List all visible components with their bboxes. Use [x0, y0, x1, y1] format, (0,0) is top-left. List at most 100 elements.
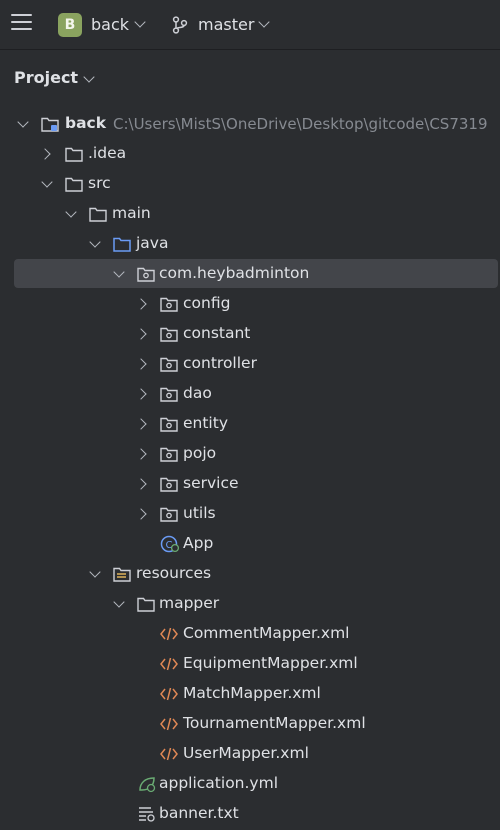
tree-item-label: resources: [136, 564, 212, 582]
tree-item-label: com.heybadminton: [159, 264, 310, 282]
tree-item-equipment-mapper[interactable]: EquipmentMapper.xml: [0, 649, 500, 679]
tree-item-label: entity: [183, 414, 228, 432]
project-badge[interactable]: B: [58, 13, 82, 37]
chevron-right-icon[interactable]: [135, 448, 147, 460]
tree-item-label: main: [112, 204, 151, 222]
folder-icon: [137, 597, 155, 612]
module-folder-icon: [41, 117, 59, 132]
chevron-right-icon[interactable]: [135, 478, 147, 490]
tree-item-label: .idea: [88, 144, 127, 162]
project-chevron-down-icon[interactable]: [134, 16, 146, 28]
spring-config-icon: [139, 777, 156, 793]
tree-item-root[interactable]: back C:\Users\MistS\OneDrive\Desktop\git…: [0, 109, 500, 139]
tree-item-label: src: [88, 174, 111, 192]
tree-item-label: UserMapper.xml: [183, 744, 309, 762]
tree-item-label: pojo: [183, 444, 217, 462]
chevron-right-icon[interactable]: [135, 328, 147, 340]
tree-item-config[interactable]: config: [0, 289, 500, 319]
package-icon: [160, 297, 178, 312]
package-icon: [160, 387, 178, 402]
tree-item-pojo[interactable]: pojo: [0, 439, 500, 469]
package-icon: [137, 267, 155, 282]
tree-item-label: config: [183, 294, 231, 312]
panel-title[interactable]: Project: [14, 68, 78, 87]
package-icon: [160, 417, 178, 432]
main-toolbar: B back master: [0, 0, 500, 50]
tree-item-label: service: [183, 474, 239, 492]
tree-item-label: java: [136, 234, 169, 252]
xml-file-icon: [160, 657, 178, 671]
tree-item-controller[interactable]: controller: [0, 349, 500, 379]
resources-folder-icon: [113, 567, 131, 582]
tree-item-main[interactable]: main: [0, 199, 500, 229]
tree-item-label: controller: [183, 354, 257, 372]
tree-item-label: constant: [183, 324, 251, 342]
chevron-right-icon[interactable]: [39, 148, 51, 160]
tree-item-label: CommentMapper.xml: [183, 624, 350, 642]
chevron-down-icon[interactable]: [89, 566, 101, 578]
tree-item-service[interactable]: service: [0, 469, 500, 499]
tree-item-label: MatchMapper.xml: [183, 684, 321, 702]
tree-item-utils[interactable]: utils: [0, 499, 500, 529]
tree-item-src[interactable]: src: [0, 169, 500, 199]
chevron-down-icon[interactable]: [65, 206, 77, 218]
tree-item-comment-mapper[interactable]: CommentMapper.xml: [0, 619, 500, 649]
tree-item-package-root[interactable]: com.heybadminton: [0, 259, 500, 289]
tree-item-mapper[interactable]: mapper: [0, 589, 500, 619]
tree-item-constant[interactable]: constant: [0, 319, 500, 349]
chevron-right-icon[interactable]: [135, 388, 147, 400]
package-icon: [160, 327, 178, 342]
tree-item-label: back: [65, 114, 107, 132]
project-tree: back C:\Users\MistS\OneDrive\Desktop\git…: [0, 109, 500, 829]
package-icon: [160, 447, 178, 462]
tree-item-application-yml[interactable]: application.yml: [0, 769, 500, 799]
folder-icon: [65, 147, 83, 162]
tree-item-java[interactable]: java: [0, 229, 500, 259]
branch-selector[interactable]: master: [198, 15, 254, 34]
tree-item-label: mapper: [159, 594, 220, 612]
xml-file-icon: [160, 687, 178, 701]
chevron-right-icon[interactable]: [135, 508, 147, 520]
git-branch-icon[interactable]: [172, 16, 188, 34]
tree-item-label: dao: [183, 384, 212, 402]
tree-item-dao[interactable]: dao: [0, 379, 500, 409]
tree-item-match-mapper[interactable]: MatchMapper.xml: [0, 679, 500, 709]
tree-item-label: TournamentMapper.xml: [183, 714, 366, 732]
xml-file-icon: [160, 717, 178, 731]
tree-item-resources[interactable]: resources: [0, 559, 500, 589]
tree-item-label: EquipmentMapper.xml: [183, 654, 358, 672]
project-selector[interactable]: back: [91, 15, 129, 34]
chevron-down-icon[interactable]: [113, 596, 125, 608]
chevron-down-icon[interactable]: [113, 266, 125, 278]
package-icon: [160, 357, 178, 372]
chevron-down-icon[interactable]: [89, 236, 101, 248]
tree-item-tournament-mapper[interactable]: TournamentMapper.xml: [0, 709, 500, 739]
chevron-right-icon[interactable]: [135, 358, 147, 370]
panel-title-label: Project: [14, 68, 79, 87]
chevron-right-icon[interactable]: [135, 418, 147, 430]
tree-item-user-mapper[interactable]: UserMapper.xml: [0, 739, 500, 769]
tree-item-app[interactable]: C App: [0, 529, 500, 559]
package-icon: [160, 477, 178, 492]
folder-icon: [65, 177, 83, 192]
package-icon: [160, 507, 178, 522]
tree-item-entity[interactable]: entity: [0, 409, 500, 439]
source-folder-icon: [113, 237, 131, 252]
root-path: C:\Users\MistS\OneDrive\Desktop\gitcode\…: [113, 115, 488, 133]
chevron-down-icon[interactable]: [17, 116, 29, 128]
spring-boot-class-icon: C: [160, 535, 180, 553]
tree-item-idea[interactable]: .idea: [0, 139, 500, 169]
tree-item-label: banner.txt: [159, 804, 239, 822]
xml-file-icon: [160, 747, 178, 761]
panel-chevron-down-icon[interactable]: [83, 71, 95, 83]
chevron-down-icon[interactable]: [41, 176, 53, 188]
branch-chevron-down-icon[interactable]: [258, 16, 270, 28]
folder-icon: [89, 207, 107, 222]
tree-item-label: App: [183, 534, 214, 552]
text-file-icon: [139, 807, 155, 822]
main-menu-icon[interactable]: [11, 14, 32, 34]
tree-item-label: utils: [183, 504, 216, 522]
tree-item-banner[interactable]: banner.txt: [0, 799, 500, 829]
xml-file-icon: [160, 627, 178, 641]
chevron-right-icon[interactable]: [135, 298, 147, 310]
